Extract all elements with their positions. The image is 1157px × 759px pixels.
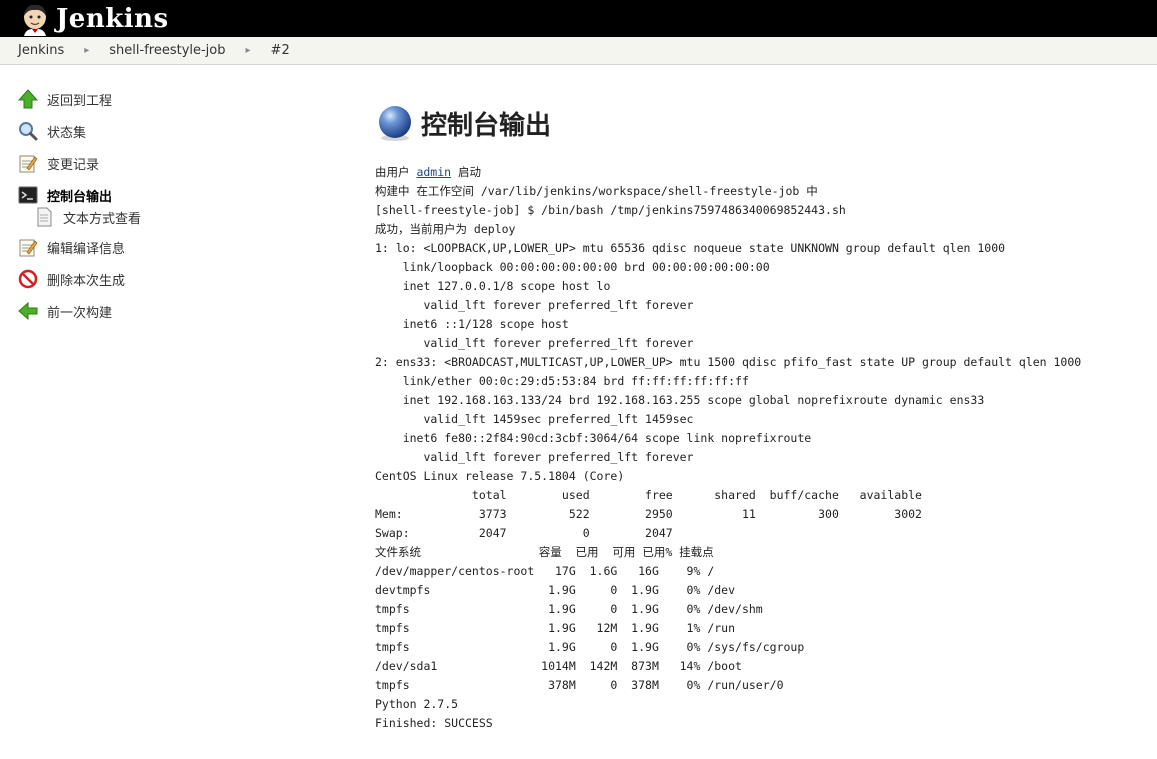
document-icon xyxy=(34,207,54,227)
breadcrumb-job[interactable]: shell-freestyle-job xyxy=(109,43,225,58)
page-title: 控制台输出 xyxy=(421,110,552,141)
task-label: 文本方式查看 xyxy=(63,211,142,227)
console-line: inet6 ::1/128 scope host xyxy=(375,317,569,331)
brand-title: Jenkins xyxy=(56,3,169,34)
console-line: 文件系统 容量 已用 可用 已用% 挂载点 xyxy=(375,545,714,559)
task-label: 变更记录 xyxy=(47,157,100,173)
console-line: /dev/mapper/centos-root 17G 1.6G 16G 9% … xyxy=(375,564,715,578)
console-line: inet 192.168.163.133/24 brd 192.168.163.… xyxy=(375,393,985,407)
task-label: 状态集 xyxy=(47,125,87,141)
console-line-started: 由用户 admin 启动 xyxy=(375,165,481,179)
main-panel: 控制台输出 由用户 admin 启动构建中 在工作空间 /var/lib/jen… xyxy=(360,65,1157,733)
console-line: 成功，当前用户为 deploy xyxy=(375,222,516,236)
task-edit-build-info[interactable]: 编辑编译信息 xyxy=(18,231,360,263)
no-entry-icon xyxy=(18,269,38,289)
task-changes[interactable]: 变更记录 xyxy=(18,147,360,179)
console-line: link/ether 00:0c:29:d5:53:84 brd ff:ff:f… xyxy=(375,374,749,388)
console-lines: 构建中 在工作空间 /var/lib/jenkins/workspace/she… xyxy=(375,182,1157,733)
breadcrumb-build[interactable]: #2 xyxy=(271,43,290,58)
task-status[interactable]: 状态集 xyxy=(18,115,360,147)
breadcrumb-jenkins[interactable]: Jenkins xyxy=(18,43,64,58)
console-line: inet 127.0.0.1/8 scope host lo xyxy=(375,279,611,293)
console-line: tmpfs 378M 0 378M 0% /run/user/0 xyxy=(375,678,784,692)
task-view-as-plain-text[interactable]: 文本方式查看 xyxy=(18,205,360,229)
breadcrumb-separator-icon: ▸ xyxy=(84,45,90,56)
task-label: 前一次构建 xyxy=(47,305,113,321)
console-line: Swap: 2047 0 2047 xyxy=(375,526,673,540)
console-line: devtmpfs 1.9G 0 1.9G 0% /dev xyxy=(375,583,736,597)
notepad-icon xyxy=(18,237,38,257)
console-line: inet6 fe80::2f84:90cd:3cbf:3064/64 scope… xyxy=(375,431,812,445)
console-line: tmpfs 1.9G 0 1.9G 0% /sys/fs/cgroup xyxy=(375,640,805,654)
console-line: /dev/sda1 1014M 142M 873M 14% /boot xyxy=(375,659,742,673)
task-label: 删除本次生成 xyxy=(47,273,126,289)
task-delete-build[interactable]: 删除本次生成 xyxy=(18,263,360,295)
up-arrow-icon xyxy=(18,89,38,109)
console-line: valid_lft forever preferred_lft forever xyxy=(375,336,694,350)
started-by-user-link[interactable]: admin xyxy=(416,165,451,179)
console-line: 构建中 在工作空间 /var/lib/jenkins/workspace/she… xyxy=(375,184,818,198)
blue-ball-icon xyxy=(379,106,411,141)
task-back-to-project[interactable]: 返回到工程 xyxy=(18,83,360,115)
top-header: Jenkins xyxy=(0,0,1157,37)
console-line: CentOS Linux release 7.5.1804 (Core) xyxy=(375,469,625,483)
task-label: 返回到工程 xyxy=(47,93,113,109)
notepad-icon xyxy=(18,153,38,173)
breadcrumb-separator-icon: ▸ xyxy=(245,45,251,56)
magnifier-icon xyxy=(18,121,38,141)
side-panel: 返回到工程 状态集 变更记录 控制台输出 文本方式查看 编辑编译信息 删除本次生… xyxy=(0,65,360,733)
console-line: [shell-freestyle-job] $ /bin/bash /tmp/j… xyxy=(375,203,846,217)
console-line: 1: lo: <LOOPBACK,UP,LOWER_UP> mtu 65536 … xyxy=(375,241,1006,255)
console-line: link/loopback 00:00:00:00:00:00 brd 00:0… xyxy=(375,260,770,274)
console-line: total used free shared buff/cache availa… xyxy=(375,488,922,502)
left-arrow-icon xyxy=(18,301,38,321)
console-output: 由用户 admin 启动构建中 在工作空间 /var/lib/jenkins/w… xyxy=(375,163,1157,733)
console-line: Mem: 3773 522 2950 11 300 3002 xyxy=(375,507,922,521)
page-heading: 控制台输出 xyxy=(375,103,1157,143)
task-label: 编辑编译信息 xyxy=(47,241,126,257)
task-label: 控制台输出 xyxy=(47,189,113,205)
task-previous-build[interactable]: 前一次构建 xyxy=(18,295,360,327)
console-line: valid_lft forever preferred_lft forever xyxy=(375,450,694,464)
console-line: 2: ens33: <BROADCAST,MULTICAST,UP,LOWER_… xyxy=(375,355,1082,369)
console-line: Python 2.7.5 xyxy=(375,697,459,711)
jenkins-logo[interactable]: Jenkins xyxy=(18,2,169,36)
breadcrumb: Jenkins ▸ shell-freestyle-job ▸ #2 xyxy=(0,37,1157,65)
jenkins-butler-icon xyxy=(24,4,46,36)
console-line: valid_lft forever preferred_lft forever xyxy=(375,298,694,312)
terminal-icon xyxy=(18,185,38,205)
console-line: Finished: SUCCESS xyxy=(375,716,493,730)
console-line: valid_lft 1459sec preferred_lft 1459sec xyxy=(375,412,694,426)
console-line: tmpfs 1.9G 0 1.9G 0% /dev/shm xyxy=(375,602,763,616)
console-line: tmpfs 1.9G 12M 1.9G 1% /run xyxy=(375,621,736,635)
